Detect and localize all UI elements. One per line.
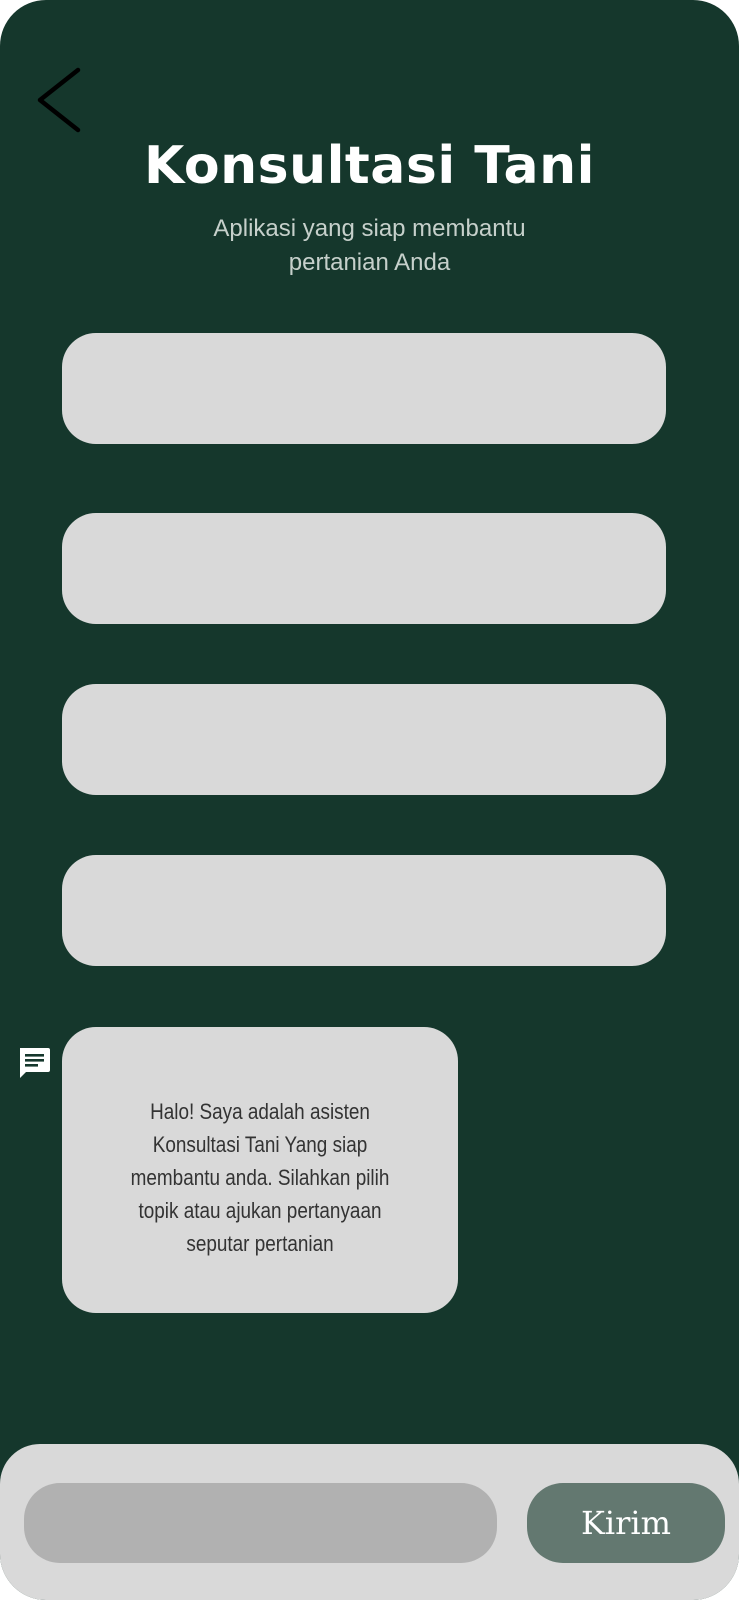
message-input[interactable] [24, 1483, 497, 1563]
bot-message-text: Halo! Saya adalah asisten Konsultasi Tan… [130, 1098, 390, 1256]
consultation-screen: Konsultasi Tani Aplikasi yang siap memba… [0, 0, 739, 1600]
page-subtitle: Aplikasi yang siap membantu pertanian An… [213, 215, 526, 276]
bot-message-bubble: Halo! Saya adalah asisten Konsultasi Tan… [62, 1027, 458, 1313]
chat-message-icon [20, 1048, 50, 1078]
message-composer: Kirim [0, 1444, 739, 1600]
topic-button-1[interactable] [62, 333, 666, 444]
send-button[interactable]: Kirim [527, 1483, 725, 1563]
topic-button-4[interactable] [62, 855, 666, 966]
topic-button-3[interactable] [62, 684, 666, 795]
topic-button-2[interactable] [62, 513, 666, 624]
page-title: Konsultasi Tani [144, 136, 595, 196]
chevron-left-icon[interactable] [30, 64, 90, 134]
